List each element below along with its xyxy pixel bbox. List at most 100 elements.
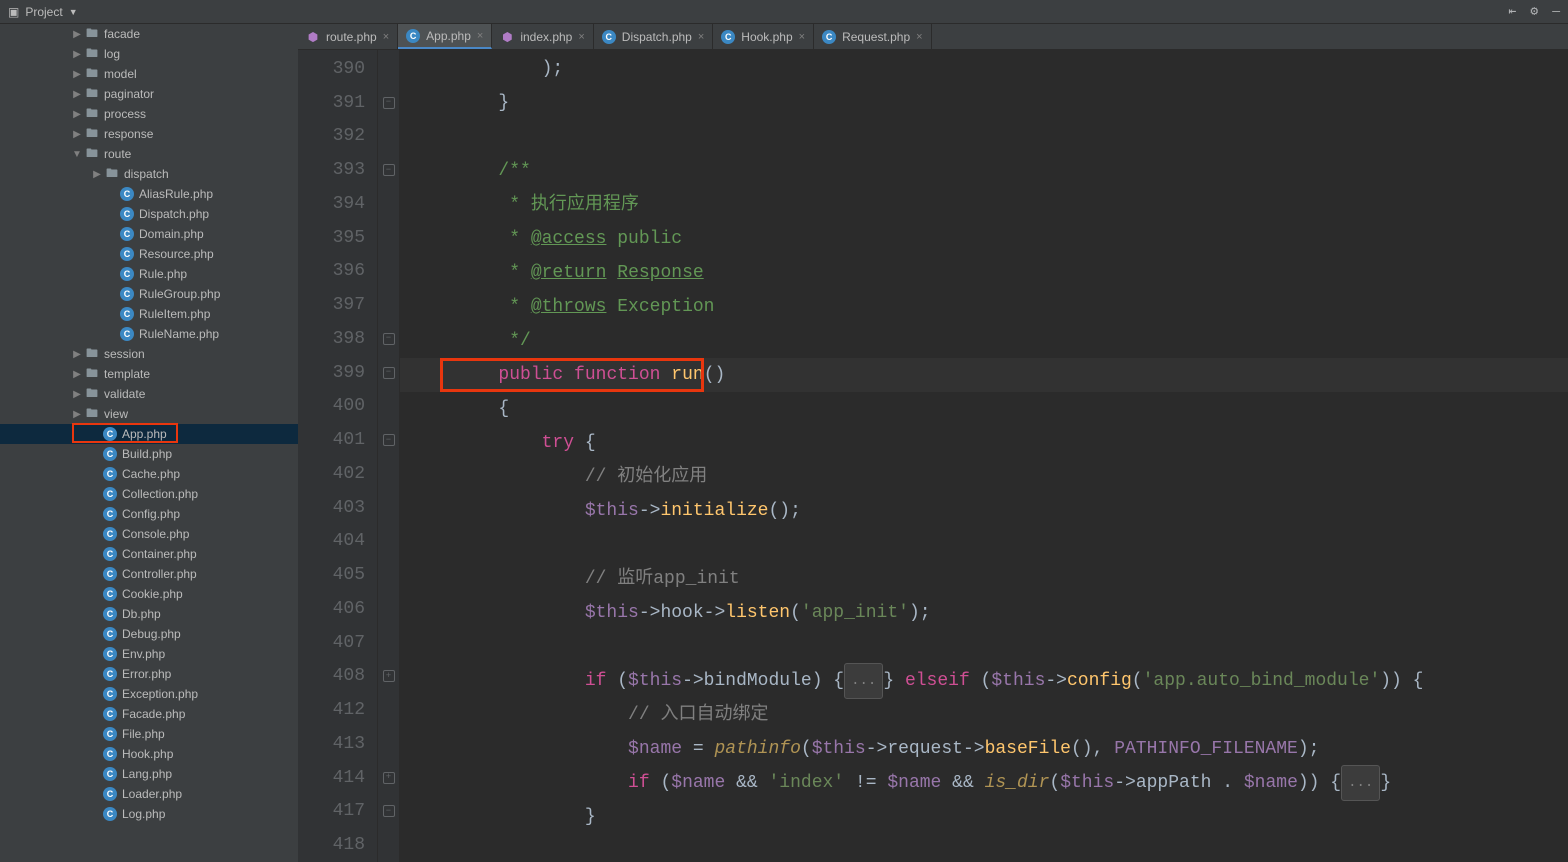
code-editor[interactable]: ); } /** * 执行应用程序 * @access public * @re…	[400, 50, 1568, 862]
fold-cell[interactable]: −	[378, 795, 399, 829]
tree-file[interactable]: ▶CLoader.php	[0, 784, 298, 804]
tree-file[interactable]: ▶CHook.php	[0, 744, 298, 764]
tree-file[interactable]: ▶CError.php	[0, 664, 298, 684]
expand-arrow-icon[interactable]: ▶	[70, 49, 84, 60]
editor-tab[interactable]: ⬢index.php×	[492, 24, 593, 49]
code-line[interactable]: if ($this->bindModule) {...} elseif ($th…	[400, 664, 1568, 698]
editor-tab[interactable]: CRequest.php×	[814, 24, 932, 49]
fold-cell[interactable]: −	[378, 356, 399, 390]
tree-file[interactable]: ▶CBuild.php	[0, 444, 298, 464]
code-line[interactable]: /**	[400, 154, 1568, 188]
tree-folder[interactable]: ▶🖿facade	[0, 24, 298, 44]
tree-file[interactable]: ▶CConfig.php	[0, 504, 298, 524]
tree-file[interactable]: ▶CEnv.php	[0, 644, 298, 664]
tree-folder[interactable]: ▼🖿route	[0, 144, 298, 164]
editor-tab[interactable]: CDispatch.php×	[594, 24, 713, 49]
tree-folder[interactable]: ▶🖿validate	[0, 384, 298, 404]
tree-folder[interactable]: ▶🖿log	[0, 44, 298, 64]
fold-cell[interactable]: −	[378, 423, 399, 457]
tree-file[interactable]: ▶CConsole.php	[0, 524, 298, 544]
tree-file[interactable]: ▶CFacade.php	[0, 704, 298, 724]
tree-file[interactable]: ▶CApp.php	[0, 424, 298, 444]
collapse-icon[interactable]: ⇤	[1509, 4, 1517, 19]
code-line[interactable]: $name = pathinfo($this->request->baseFil…	[400, 732, 1568, 766]
expand-arrow-icon[interactable]: ▶	[70, 129, 84, 140]
code-line[interactable]	[400, 630, 1568, 664]
tree-file[interactable]: ▶CRuleGroup.php	[0, 284, 298, 304]
code-line[interactable]: $this->initialize();	[400, 494, 1568, 528]
code-line[interactable]: // 入口自动绑定	[400, 698, 1568, 732]
code-line[interactable]: * @throws Exception	[400, 290, 1568, 324]
fold-cell[interactable]: +	[378, 761, 399, 795]
tree-folder[interactable]: ▶🖿view	[0, 404, 298, 424]
code-line[interactable]: // 初始化应用	[400, 460, 1568, 494]
fold-cell[interactable]: +	[378, 660, 399, 694]
editor-tab[interactable]: CHook.php×	[713, 24, 814, 49]
tree-file[interactable]: ▶CCollection.php	[0, 484, 298, 504]
expand-arrow-icon[interactable]: ▶	[70, 349, 84, 360]
tree-file[interactable]: ▶CLog.php	[0, 804, 298, 824]
code-line[interactable]: if ($name && 'index' != $name && is_dir(…	[400, 766, 1568, 800]
close-icon[interactable]: ×	[916, 31, 922, 43]
expand-arrow-icon[interactable]: ▶	[90, 169, 104, 180]
tree-folder[interactable]: ▶🖿process	[0, 104, 298, 124]
code-line[interactable]: * @return Response	[400, 256, 1568, 290]
project-tree[interactable]: ▶🖿facade▶🖿log▶🖿model▶🖿paginator▶🖿process…	[0, 24, 298, 862]
code-line[interactable]: {	[400, 392, 1568, 426]
project-selector[interactable]: ▣ Project ▼	[8, 5, 78, 19]
tree-folder[interactable]: ▶🖿session	[0, 344, 298, 364]
tree-file[interactable]: ▶CCache.php	[0, 464, 298, 484]
tree-folder[interactable]: ▶🖿paginator	[0, 84, 298, 104]
tree-folder[interactable]: ▶🖿model	[0, 64, 298, 84]
tree-file[interactable]: ▶CRuleName.php	[0, 324, 298, 344]
code-line[interactable]: }	[400, 800, 1568, 834]
expand-arrow-icon[interactable]: ▶	[70, 89, 84, 100]
close-icon[interactable]: ×	[698, 31, 704, 43]
minimize-icon[interactable]: —	[1552, 4, 1560, 19]
code-line[interactable]	[400, 834, 1568, 862]
code-line[interactable]: */	[400, 324, 1568, 358]
gear-icon[interactable]: ⚙	[1530, 4, 1538, 19]
tree-file[interactable]: ▶CLang.php	[0, 764, 298, 784]
close-icon[interactable]: ×	[578, 31, 584, 43]
tree-file[interactable]: ▶CAliasRule.php	[0, 184, 298, 204]
code-line[interactable]: * @access public	[400, 222, 1568, 256]
close-icon[interactable]: ×	[383, 31, 389, 43]
editor-tab[interactable]: CApp.php×	[398, 24, 492, 49]
tree-file[interactable]: ▶CCookie.php	[0, 584, 298, 604]
expand-arrow-icon[interactable]: ▶	[70, 409, 84, 420]
code-line[interactable]	[400, 120, 1568, 154]
expand-arrow-icon[interactable]: ▼	[70, 149, 84, 160]
fold-cell[interactable]: −	[378, 86, 399, 120]
tree-file[interactable]: ▶CDomain.php	[0, 224, 298, 244]
tree-file[interactable]: ▶CException.php	[0, 684, 298, 704]
tree-folder[interactable]: ▶🖿template	[0, 364, 298, 384]
code-line[interactable]: try {	[400, 426, 1568, 460]
tree-folder[interactable]: ▶🖿dispatch	[0, 164, 298, 184]
expand-arrow-icon[interactable]: ▶	[70, 29, 84, 40]
expand-arrow-icon[interactable]: ▶	[70, 369, 84, 380]
close-icon[interactable]: ×	[799, 31, 805, 43]
expand-arrow-icon[interactable]: ▶	[70, 69, 84, 80]
fold-cell[interactable]: −	[378, 322, 399, 356]
close-icon[interactable]: ×	[477, 30, 483, 42]
tree-file[interactable]: ▶CDispatch.php	[0, 204, 298, 224]
tree-file[interactable]: ▶CDb.php	[0, 604, 298, 624]
code-line[interactable]: );	[400, 52, 1568, 86]
tree-file[interactable]: ▶CRule.php	[0, 264, 298, 284]
tree-file[interactable]: ▶CFile.php	[0, 724, 298, 744]
fold-cell[interactable]: −	[378, 153, 399, 187]
code-line[interactable]: $this->hook->listen('app_init');	[400, 596, 1568, 630]
expand-arrow-icon[interactable]: ▶	[70, 389, 84, 400]
code-line[interactable]: }	[400, 86, 1568, 120]
tree-file[interactable]: ▶CController.php	[0, 564, 298, 584]
code-line[interactable]: // 监听app_init	[400, 562, 1568, 596]
tree-file[interactable]: ▶CRuleItem.php	[0, 304, 298, 324]
tree-file[interactable]: ▶CResource.php	[0, 244, 298, 264]
code-line[interactable]	[400, 528, 1568, 562]
editor-tab[interactable]: ⬢route.php×	[298, 24, 398, 49]
code-line[interactable]: * 执行应用程序	[400, 188, 1568, 222]
tree-file[interactable]: ▶CDebug.php	[0, 624, 298, 644]
tree-file[interactable]: ▶CContainer.php	[0, 544, 298, 564]
expand-arrow-icon[interactable]: ▶	[70, 109, 84, 120]
